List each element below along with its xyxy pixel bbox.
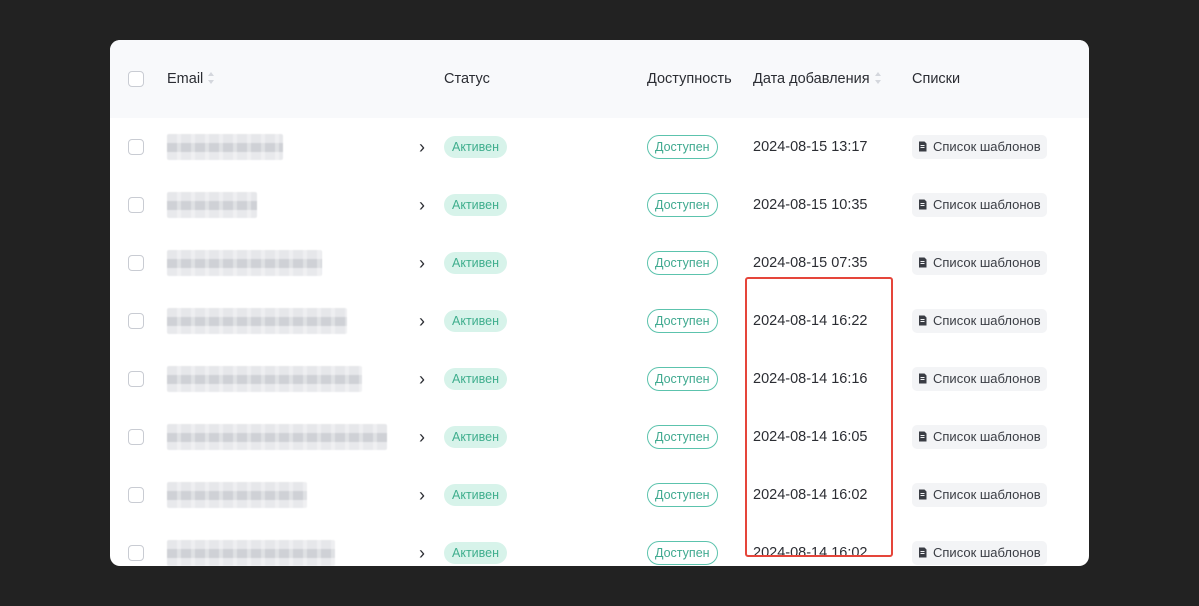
date-added: 2024-08-15 13:17 <box>753 139 868 155</box>
chevron-right-icon[interactable]: › <box>415 137 429 157</box>
chevron-right-icon[interactable]: › <box>415 485 429 505</box>
list-chip-label: Список шаблонов <box>933 255 1041 270</box>
list-chip[interactable]: Список шаблонов <box>912 483 1047 507</box>
select-all-checkbox[interactable] <box>128 71 144 87</box>
header-status: Статус <box>444 71 490 87</box>
list-chip[interactable]: Список шаблонов <box>912 541 1047 565</box>
header-lists: Списки <box>912 71 961 87</box>
list-chip[interactable]: Список шаблонов <box>912 309 1047 333</box>
date-highlight-box <box>745 277 893 557</box>
header-email-label: Email <box>167 71 204 87</box>
status-badge: Активен <box>444 542 508 564</box>
row-checkbox[interactable] <box>128 313 144 329</box>
availability-badge: Доступен <box>647 309 718 333</box>
chevron-right-icon[interactable]: › <box>415 369 429 389</box>
availability-badge: Доступен <box>647 367 718 391</box>
list-chip-label: Список шаблонов <box>933 197 1041 212</box>
availability-badge: Доступен <box>647 541 718 565</box>
email-redacted <box>167 482 307 508</box>
header-date-added-label: Дата добавления <box>753 71 870 87</box>
list-chip[interactable]: Список шаблонов <box>912 425 1047 449</box>
row-checkbox[interactable] <box>128 255 144 271</box>
header-availability: Доступность <box>647 71 732 87</box>
sort-icon[interactable] <box>874 72 881 85</box>
status-badge: Активен <box>444 368 508 390</box>
availability-badge: Доступен <box>647 251 718 275</box>
row-checkbox[interactable] <box>128 545 144 561</box>
document-icon <box>919 257 927 268</box>
email-redacted <box>167 424 387 450</box>
table-row[interactable]: › Активен Доступен 2024-08-14 16:05 Спис… <box>110 408 1089 466</box>
email-redacted <box>167 250 322 276</box>
list-chip[interactable]: Список шаблонов <box>912 193 1047 217</box>
chevron-right-icon[interactable]: › <box>415 311 429 331</box>
table-row[interactable]: › Активен Доступен 2024-08-14 16:02 Спис… <box>110 524 1089 566</box>
list-chip-label: Список шаблонов <box>933 313 1041 328</box>
list-chip-label: Список шаблонов <box>933 487 1041 502</box>
row-checkbox[interactable] <box>128 139 144 155</box>
document-icon <box>919 315 927 326</box>
status-badge: Активен <box>444 136 508 158</box>
table-row[interactable]: › Активен Доступен 2024-08-14 16:22 Спис… <box>110 292 1089 350</box>
header-email[interactable]: Email <box>167 40 215 118</box>
status-badge: Активен <box>444 252 508 274</box>
list-chip-label: Список шаблонов <box>933 429 1041 444</box>
document-icon <box>919 547 927 558</box>
status-badge: Активен <box>444 426 508 448</box>
row-checkbox[interactable] <box>128 429 144 445</box>
list-chip[interactable]: Список шаблонов <box>912 251 1047 275</box>
status-badge: Активен <box>444 484 508 506</box>
row-checkbox[interactable] <box>128 487 144 503</box>
availability-badge: Доступен <box>647 483 718 507</box>
email-redacted <box>167 540 335 566</box>
email-redacted <box>167 308 347 334</box>
document-icon <box>919 431 927 442</box>
table-row[interactable]: › Активен Доступен 2024-08-14 16:02 Спис… <box>110 466 1089 524</box>
table-row[interactable]: › Активен Доступен 2024-08-15 10:35 Спис… <box>110 176 1089 234</box>
list-chip[interactable]: Список шаблонов <box>912 135 1047 159</box>
table-row[interactable]: › Активен Доступен 2024-08-15 07:35 Спис… <box>110 234 1089 292</box>
document-icon <box>919 141 927 152</box>
list-chip-label: Список шаблонов <box>933 545 1041 560</box>
chevron-right-icon[interactable]: › <box>415 195 429 215</box>
list-chip-label: Список шаблонов <box>933 139 1041 154</box>
chevron-right-icon[interactable]: › <box>415 427 429 447</box>
document-icon <box>919 199 927 210</box>
row-checkbox[interactable] <box>128 371 144 387</box>
email-redacted <box>167 192 257 218</box>
chevron-right-icon[interactable]: › <box>415 253 429 273</box>
document-icon <box>919 373 927 384</box>
table-header: Email Статус Доступность Дата добавления… <box>110 40 1089 118</box>
list-chip-label: Список шаблонов <box>933 371 1041 386</box>
list-chip[interactable]: Список шаблонов <box>912 367 1047 391</box>
availability-badge: Доступен <box>647 135 718 159</box>
availability-badge: Доступен <box>647 193 718 217</box>
status-badge: Активен <box>444 310 508 332</box>
table-row[interactable]: › Активен Доступен 2024-08-15 13:17 Спис… <box>110 118 1089 176</box>
table-row[interactable]: › Активен Доступен 2024-08-14 16:16 Спис… <box>110 350 1089 408</box>
row-checkbox[interactable] <box>128 197 144 213</box>
email-redacted <box>167 366 362 392</box>
document-icon <box>919 489 927 500</box>
email-redacted <box>167 134 283 160</box>
header-date-added[interactable]: Дата добавления <box>753 40 881 118</box>
contacts-table: Email Статус Доступность Дата добавления… <box>110 40 1089 566</box>
date-added: 2024-08-15 10:35 <box>753 197 868 213</box>
chevron-right-icon[interactable]: › <box>415 543 429 563</box>
availability-badge: Доступен <box>647 425 718 449</box>
status-badge: Активен <box>444 194 508 216</box>
sort-icon[interactable] <box>208 72 215 85</box>
